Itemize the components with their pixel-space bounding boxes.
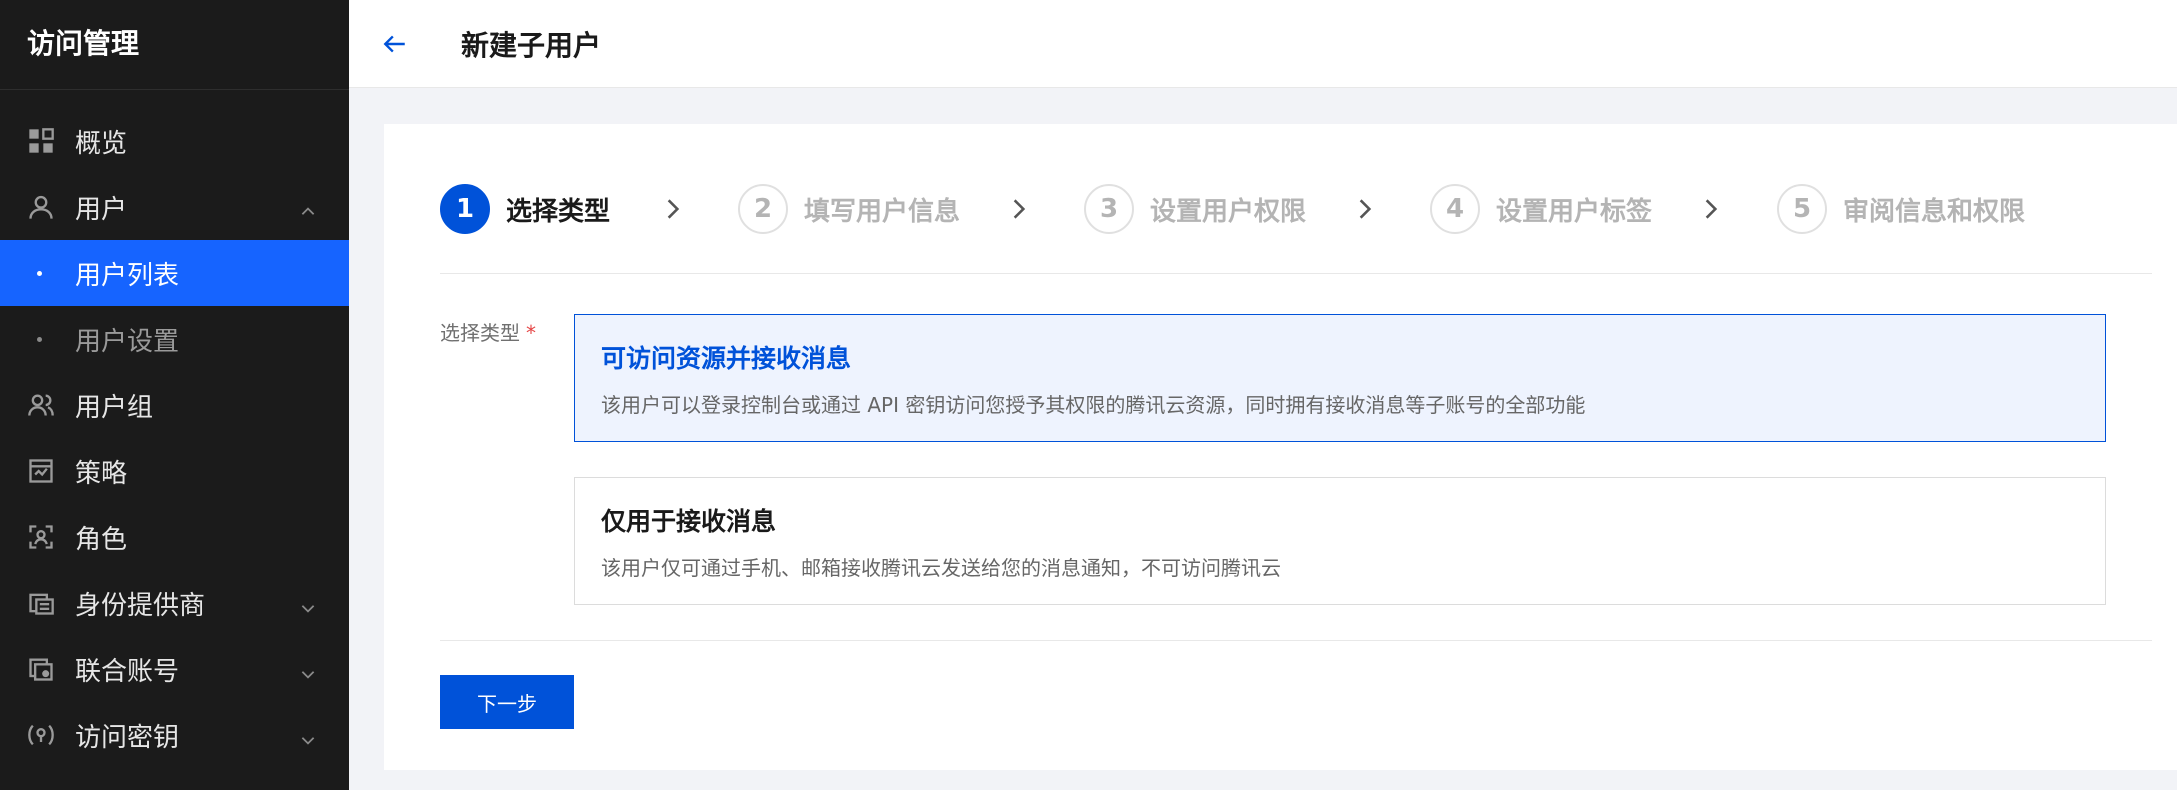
next-step-button[interactable]: 下一步 [440, 675, 574, 729]
step-label: 审阅信息和权限 [1843, 196, 2026, 227]
role-icon [27, 523, 55, 551]
chevron-down-icon [299, 660, 317, 679]
sidebar-subitem-user-list[interactable]: 用户列表 [0, 240, 349, 306]
arrow-left-icon[interactable] [381, 30, 409, 58]
step-2: 2 填写用户信息 [738, 184, 960, 234]
option-description: 该用户仅可通过手机、邮箱接收腾讯云发送给您的消息通知，不可访问腾讯云 [601, 556, 1281, 580]
chevron-down-icon [299, 594, 317, 613]
sidebar-item-roles[interactable]: 角色 [0, 504, 349, 570]
app-root: 访问管理 概览 用户 用户列表 用户设置 用户组 策略 角色 身份提供商 联合账… [0, 0, 2177, 790]
chevron-right-icon [1006, 196, 1032, 222]
user-group-icon [27, 391, 55, 419]
sidebar-title: 访问管理 [0, 0, 349, 90]
option-messages-only[interactable]: 仅用于接收消息 该用户仅可通过手机、邮箱接收腾讯云发送给您的消息通知，不可访问腾… [574, 477, 2106, 605]
sidebar-subitem-user-settings[interactable]: 用户设置 [0, 306, 349, 372]
step-number: 1 [440, 184, 490, 234]
sidebar-item-label: 角色 [75, 524, 128, 555]
chevron-up-icon [299, 198, 317, 216]
step-number: 2 [738, 184, 788, 234]
step-number: 5 [1777, 184, 1827, 234]
chevron-right-icon [660, 196, 686, 222]
sidebar-item-label: 联合账号 [75, 656, 180, 687]
step-label: 设置用户权限 [1150, 196, 1307, 227]
type-label-text: 选择类型 [440, 321, 520, 345]
required-mark: * [526, 321, 536, 345]
option-description: 该用户可以登录控制台或通过 API 密钥访问您授予其权限的腾讯云资源，同时拥有接… [601, 393, 1586, 417]
sidebar-item-overview[interactable]: 概览 [0, 108, 349, 174]
sidebar-item-label: 访问密钥 [75, 722, 180, 753]
page-header: 新建子用户 [349, 0, 2177, 88]
step-number: 3 [1084, 184, 1134, 234]
chevron-right-icon [1698, 196, 1724, 222]
sidebar-item-federated-accounts[interactable]: 联合账号 [0, 636, 349, 702]
sidebar-item-policies[interactable]: 策略 [0, 438, 349, 504]
access-key-icon [27, 721, 55, 749]
type-field-label: 选择类型 * [440, 317, 536, 346]
chevron-down-icon [299, 726, 317, 745]
bullet-dot [37, 270, 42, 276]
option-title: 可访问资源并接收消息 [601, 344, 852, 373]
divider [440, 640, 2152, 641]
step-3: 3 设置用户权限 [1084, 184, 1306, 234]
policy-icon [27, 457, 55, 485]
sidebar-item-label: 用户组 [75, 392, 154, 423]
sidebar-item-label: 身份提供商 [75, 590, 206, 621]
sidebar-nav: 概览 用户 用户列表 用户设置 用户组 策略 角色 身份提供商 联合账号 访问密… [0, 90, 349, 768]
option-access-and-messages[interactable]: 可访问资源并接收消息 该用户可以登录控制台或通过 API 密钥访问您授予其权限的… [574, 314, 2106, 442]
sidebar-item-label: 策略 [75, 458, 128, 489]
sidebar-subitem-label: 用户设置 [75, 326, 180, 357]
federated-account-icon [27, 655, 55, 683]
step-label: 设置用户标签 [1496, 196, 1653, 227]
sidebar-subitem-label: 用户列表 [75, 260, 180, 291]
user-icon [27, 193, 55, 221]
bullet-dot [37, 336, 42, 342]
step-1: 1 选择类型 [440, 184, 610, 234]
step-4: 4 设置用户标签 [1430, 184, 1652, 234]
step-5: 5 审阅信息和权限 [1777, 184, 2025, 234]
identity-provider-icon [27, 589, 55, 617]
create-user-card: 1 选择类型 2 填写用户信息 3 设置用户权限 4 设置用户标签 5 审阅信息… [384, 124, 2177, 770]
sidebar-item-label: 概览 [75, 128, 128, 159]
sidebar: 访问管理 概览 用户 用户列表 用户设置 用户组 策略 角色 身份提供商 联合账… [0, 0, 349, 790]
sidebar-item-user-groups[interactable]: 用户组 [0, 372, 349, 438]
step-indicator: 1 选择类型 2 填写用户信息 3 设置用户权限 4 设置用户标签 5 审阅信息… [440, 184, 2152, 274]
option-title: 仅用于接收消息 [601, 507, 777, 536]
sidebar-item-users[interactable]: 用户 [0, 174, 349, 240]
sidebar-item-label: 用户 [75, 194, 128, 225]
page-title: 新建子用户 [461, 28, 602, 62]
chevron-right-icon [1352, 196, 1378, 222]
sidebar-item-identity-providers[interactable]: 身份提供商 [0, 570, 349, 636]
step-label: 填写用户信息 [804, 196, 961, 227]
grid-icon [27, 127, 55, 155]
step-label: 选择类型 [506, 196, 611, 227]
step-number: 4 [1430, 184, 1480, 234]
sidebar-item-access-keys[interactable]: 访问密钥 [0, 702, 349, 768]
